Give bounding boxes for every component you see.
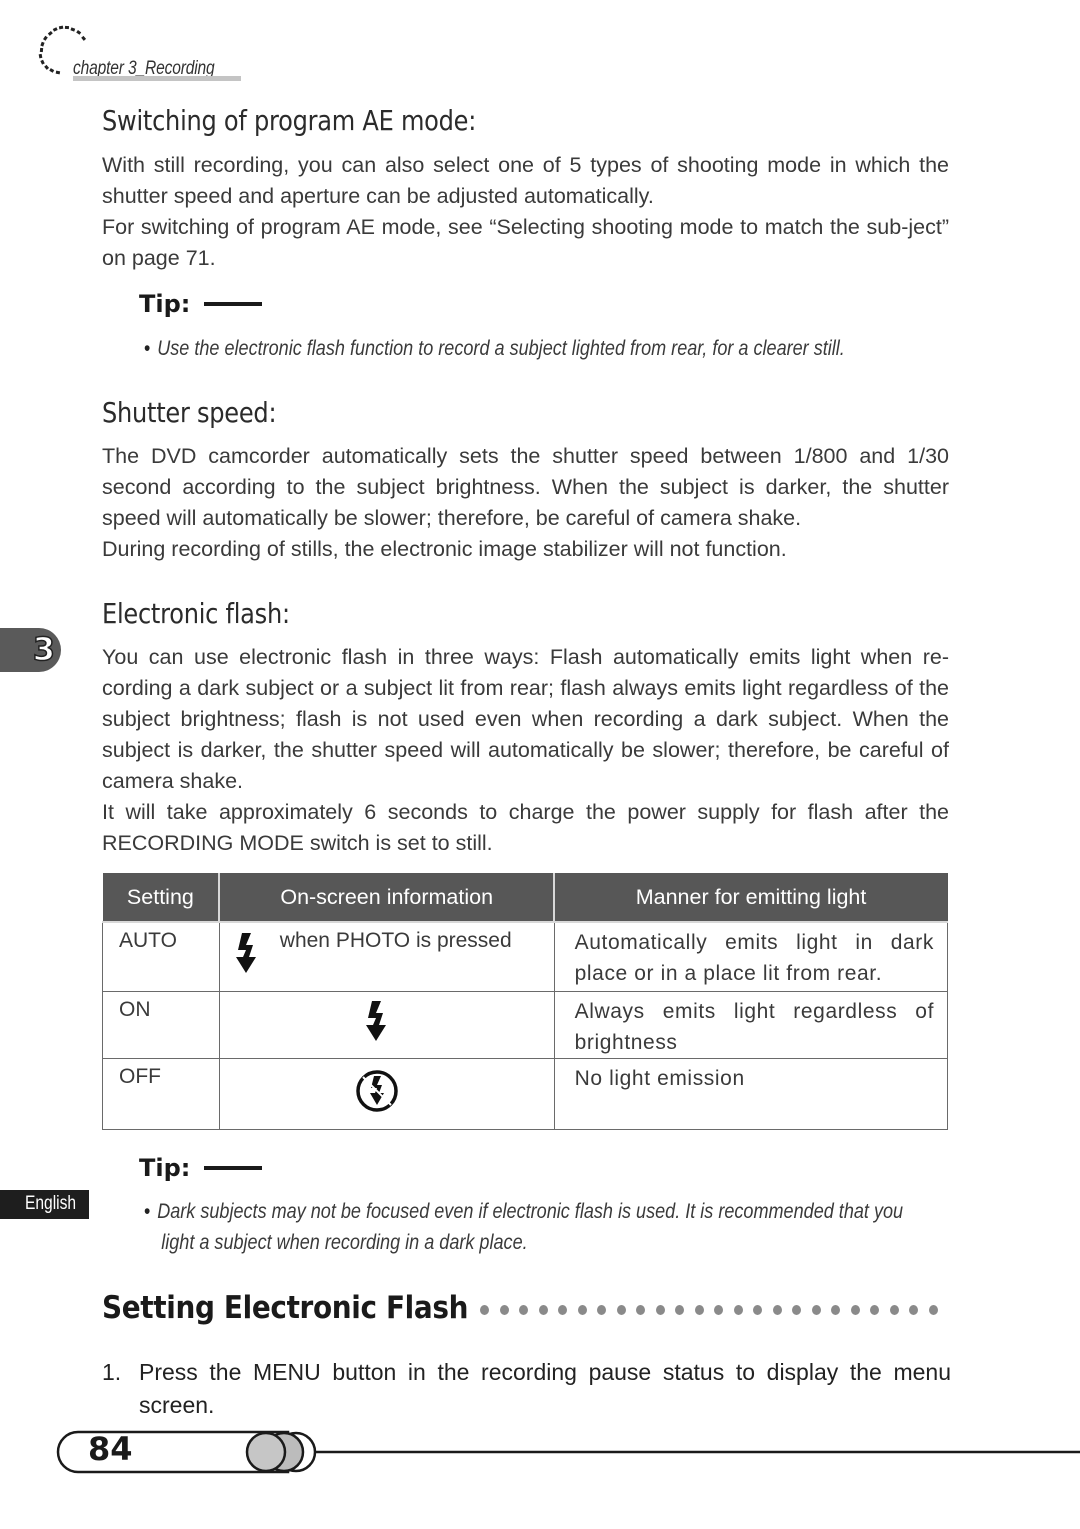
setting-cell: AUTO	[102, 921, 220, 992]
col-header-onscreen: On-screen information	[219, 873, 556, 923]
table-row: OFF No light emission	[102, 1058, 949, 1130]
paragraph: The DVD camcorder automatically sets the…	[102, 444, 949, 530]
tip-body-line: Dark subjects may not be focused even if…	[157, 1200, 904, 1223]
paragraph: For switching of program AE mode, see “S…	[102, 215, 949, 270]
tip-rule	[204, 302, 263, 306]
tip-label: Tip:	[139, 1154, 191, 1182]
step-number: 1.	[102, 1359, 122, 1385]
page-number: 84	[88, 1430, 133, 1468]
flash-body: You can use electronic flash in three wa…	[102, 642, 949, 859]
onscreen-text: when PHOTO is pressed	[279, 929, 512, 952]
bullet: •	[144, 1200, 151, 1223]
shutter-body: The DVD camcorder automatically sets the…	[102, 441, 949, 565]
paragraph: It will take approximately 6 seconds to …	[102, 800, 949, 855]
manner-cell: Always emits light regardless of brightn…	[553, 991, 949, 1059]
heading-electronic-flash: Electronic flash:	[102, 597, 290, 630]
flash-on-icon	[365, 1001, 386, 1041]
heading-shutter-speed: Shutter speed:	[102, 396, 277, 429]
onscreen-cell	[218, 1058, 555, 1130]
tip-label: Tip:	[139, 290, 191, 318]
chapter-tab[interactable]: 3	[0, 628, 61, 672]
tip-heading: Tip:	[139, 290, 263, 318]
bullet: •	[144, 337, 151, 360]
onscreen-cell	[218, 991, 555, 1059]
tip-rule	[204, 1166, 263, 1170]
flash-off-icon	[356, 1070, 398, 1112]
table-row: ON Always emits light regardless of brig…	[102, 991, 949, 1059]
setting-cell: OFF	[102, 1058, 220, 1130]
tip-text: • Dark subjects may not be focused even i…	[144, 1196, 903, 1258]
setting-cell: ON	[102, 991, 220, 1059]
heading-program-ae: Switching of program AE mode:	[102, 104, 477, 137]
paragraph: With still recording, you can also selec…	[102, 153, 949, 208]
language-tab[interactable]: English	[0, 1190, 89, 1219]
onscreen-cell: when PHOTO is pressed	[218, 921, 555, 992]
step-text: Press the MENU button in the recording p…	[139, 1359, 951, 1418]
tip-text: • Use the electronic flash function to re…	[144, 333, 845, 364]
col-header-setting: Setting	[102, 873, 221, 923]
flash-settings-table: Setting On-screen information Manner for…	[102, 873, 949, 1130]
tip-body-line: light a subject when recording in a dark…	[161, 1231, 528, 1254]
flash-auto-icon	[235, 933, 256, 973]
tip-heading: Tip:	[139, 1154, 263, 1182]
language-label: English	[25, 1193, 77, 1214]
section-heading: Setting Electronic Flash	[102, 1290, 469, 1326]
col-header-manner: Manner for emitting light	[554, 873, 949, 923]
manner-cell: No light emission	[553, 1058, 949, 1130]
paragraph: You can use electronic flash in three wa…	[102, 645, 949, 793]
heading-dot-leader	[480, 1305, 938, 1315]
tip-body: Use the electronic flash function to rec…	[157, 337, 845, 360]
chapter-number: 3	[32, 629, 56, 669]
chapter-underline	[73, 76, 241, 81]
program-ae-body: With still recording, you can also selec…	[102, 150, 949, 274]
page-number-frame	[56, 1430, 1080, 1474]
paragraph: During recording of stills, the electron…	[102, 537, 787, 561]
table-row: AUTO when PHOTO is pressed Automatically…	[102, 921, 949, 992]
table-header-row: Setting On-screen information Manner for…	[102, 873, 949, 923]
manner-cell: Automatically emits light in dark place …	[553, 921, 949, 992]
